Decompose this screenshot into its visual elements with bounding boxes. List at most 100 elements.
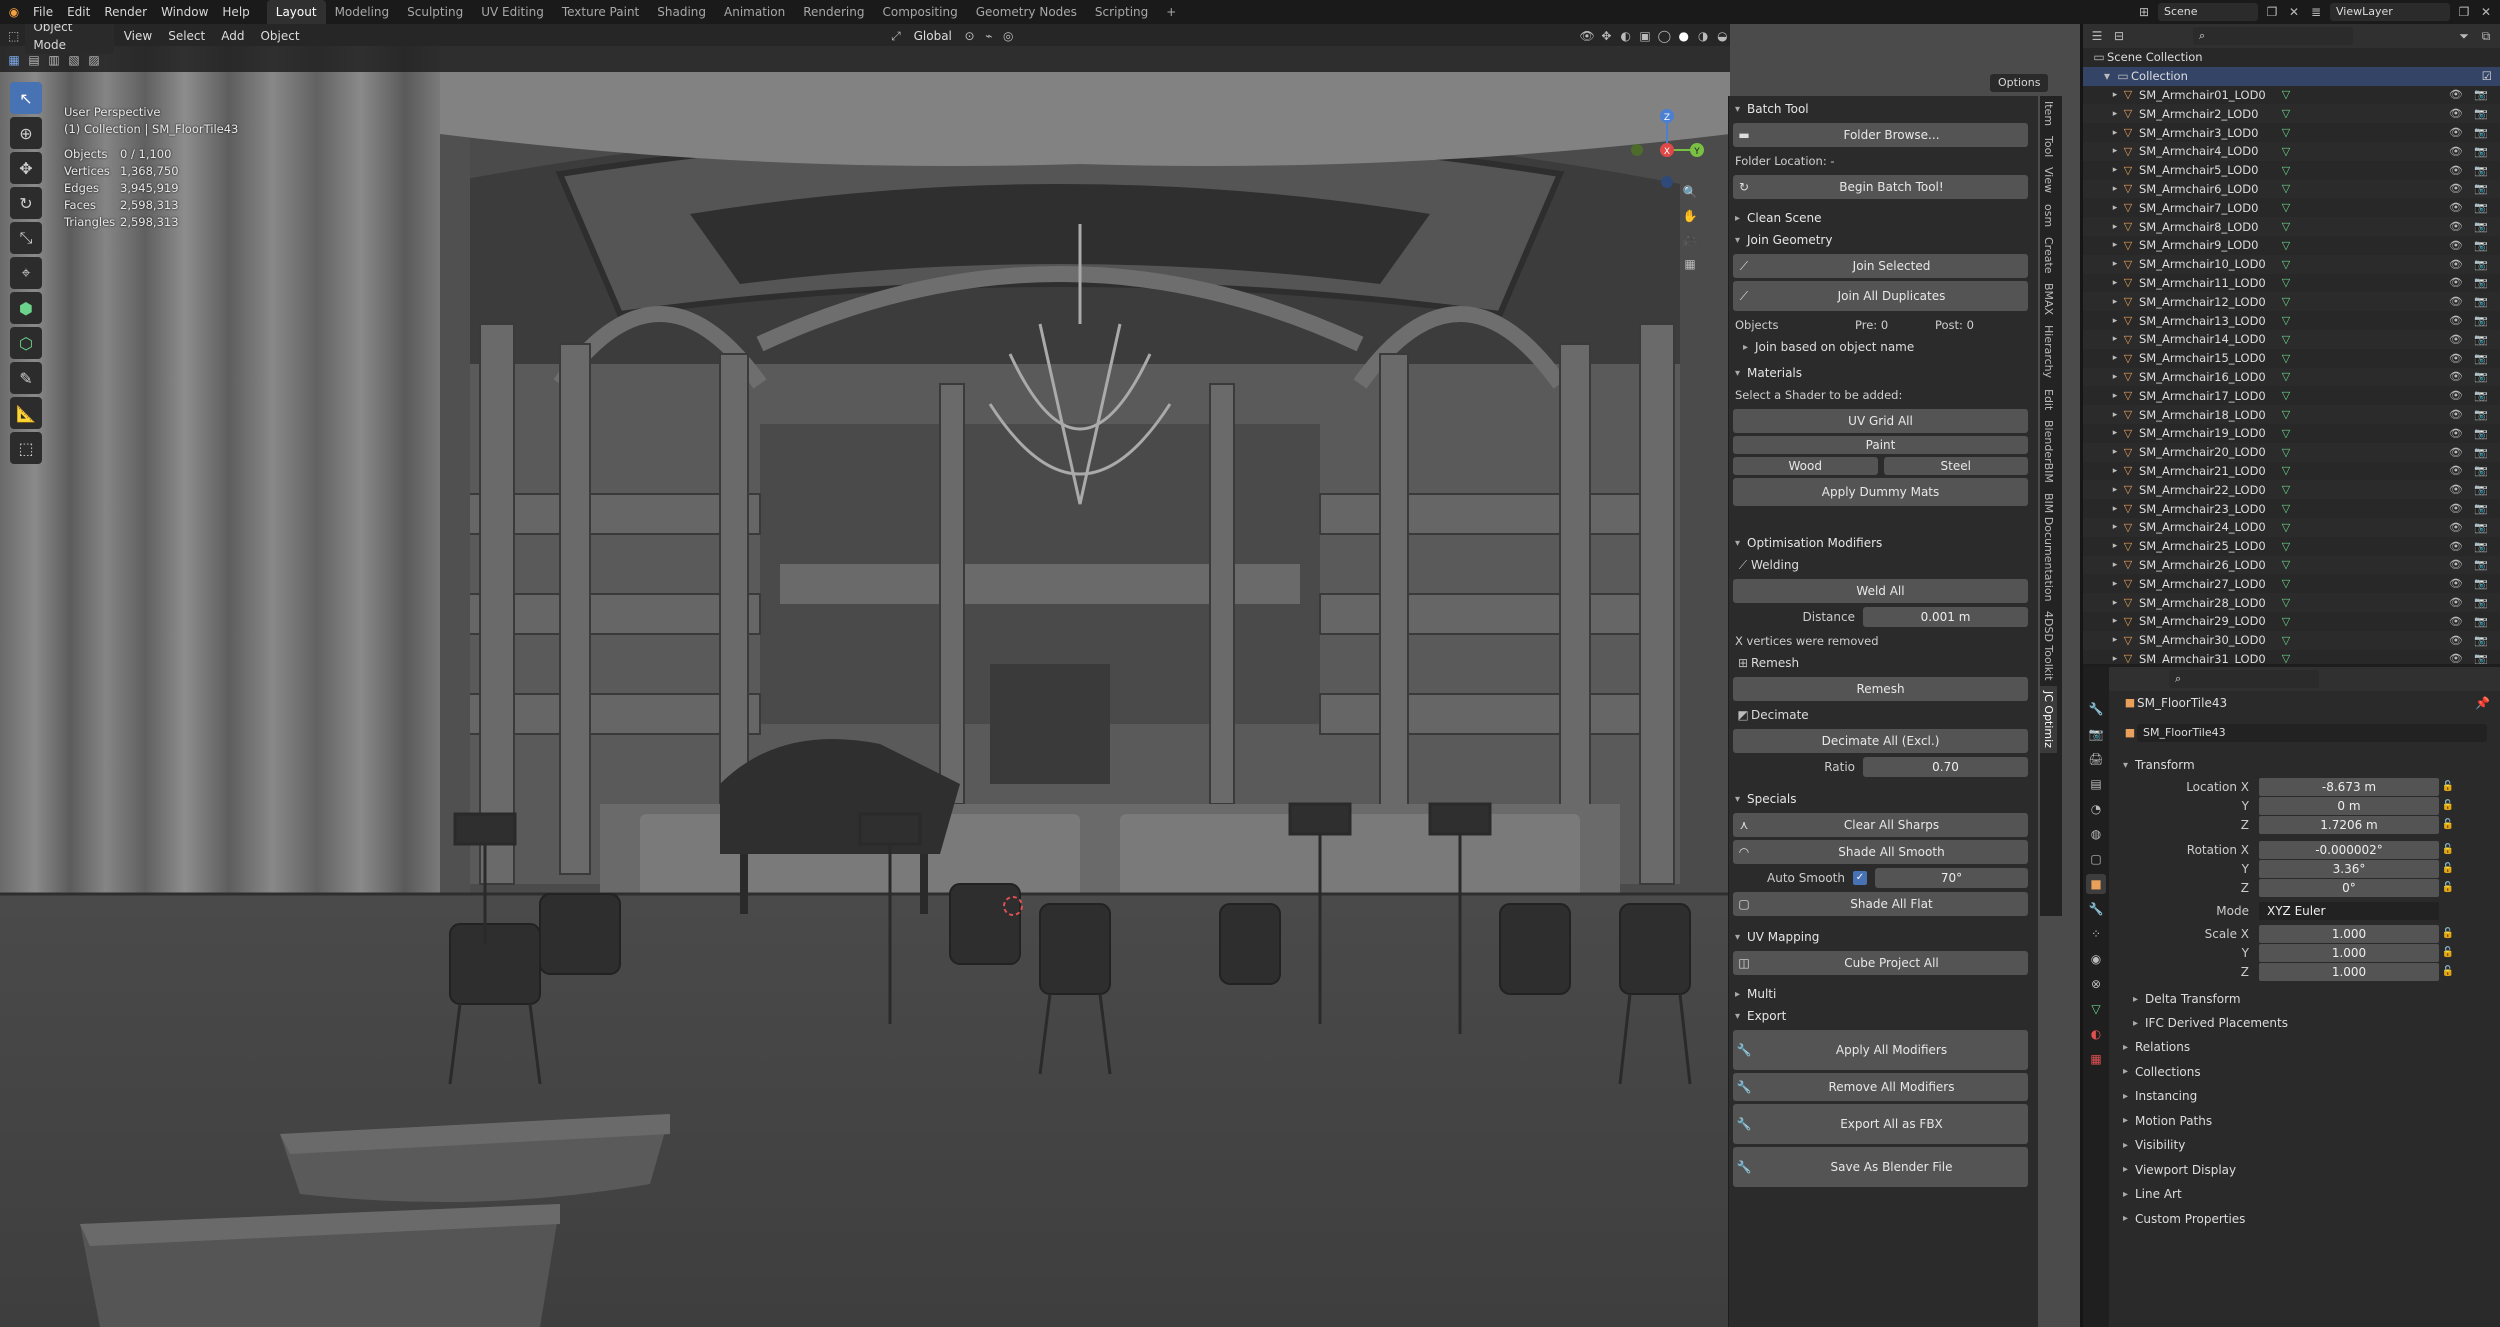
chevron-right-icon[interactable]: ▸ — [2109, 294, 2121, 310]
visibility-icon[interactable]: 👁 📷 — [2449, 577, 2492, 590]
transform-orientation-icon[interactable]: ⤢ — [888, 28, 903, 44]
scene-tab-icon[interactable]: ◔ — [2086, 799, 2106, 819]
chevron-right-icon[interactable]: ▸ — [2109, 407, 2121, 423]
add-object-tool-icon[interactable]: ⬡ — [10, 327, 42, 359]
outliner-item[interactable]: ▸ ▽ SM_Armchair17_LOD0 ▽ 👁 📷 — [2083, 386, 2500, 405]
display-mode-icon[interactable]: ⊟ — [2111, 28, 2127, 44]
visibility-icon[interactable]: 👁 📷 — [2449, 446, 2492, 459]
scale-z-field[interactable]: 1.000 — [2259, 962, 2439, 981]
outliner-item[interactable]: ▸ ▽ SM_Armchair7_LOD0 ▽ 👁 📷 — [2083, 198, 2500, 217]
copy-icon[interactable]: ❐ — [2264, 4, 2280, 20]
menu-edit[interactable]: Edit — [60, 0, 97, 24]
visibility-icon[interactable]: 👁 📷 — [2449, 145, 2492, 158]
constraints-tab-icon[interactable]: ⊗ — [2086, 974, 2106, 994]
select-intersect-icon[interactable]: ▨ — [86, 52, 102, 68]
tab-texture-paint[interactable]: Texture Paint — [553, 0, 648, 24]
render-tab-icon[interactable]: 📷 — [2086, 724, 2106, 744]
visibility-icon[interactable]: 👁 📷 — [2449, 258, 2492, 271]
material-shading-icon[interactable]: ◑ — [1695, 28, 1710, 44]
menu-select[interactable]: Select — [162, 26, 211, 46]
select-tool-icon[interactable]: ↖ — [10, 82, 42, 114]
chevron-right-icon[interactable]: ▸ — [2109, 369, 2121, 385]
scene-selector[interactable]: Scene — [2158, 3, 2258, 21]
overlay-icon[interactable]: ◐ — [1618, 28, 1633, 44]
outliner-item[interactable]: ▸ ▽ SM_Armchair30_LOD0 ▽ 👁 📷 — [2083, 630, 2500, 650]
blender-logo-icon[interactable]: ◉ — [6, 4, 22, 20]
clean-scene-header[interactable]: ▸ Clean Scene — [1729, 207, 2038, 229]
tab-item[interactable]: Item — [2040, 96, 2057, 131]
chevron-right-icon[interactable]: ▸ — [2109, 275, 2121, 291]
annotate-tool-icon[interactable]: ✎ — [10, 362, 42, 394]
menu-render[interactable]: Render — [97, 0, 154, 24]
rotate-tool-icon[interactable]: ↻ — [10, 187, 42, 219]
tab-bmax[interactable]: BMAX — [2040, 278, 2057, 320]
outliner-item[interactable]: ▸ ▽ SM_Armchair12_LOD0 ▽ 👁 📷 — [2083, 292, 2500, 312]
visibility-icon[interactable]: 👁 📷 — [2449, 220, 2492, 233]
save-blend-button[interactable]: 🔧 Save As Blender File — [1733, 1147, 2028, 1187]
remove-all-modifiers-button[interactable]: 🔧 Remove All Modifiers — [1733, 1073, 2028, 1101]
cursor-tool-icon[interactable]: ⊕ — [10, 117, 42, 149]
add-primitive-tool-icon[interactable]: ⬚ — [10, 432, 42, 464]
chevron-right-icon[interactable]: ▸ — [2109, 425, 2121, 441]
chevron-right-icon[interactable]: ▸ — [2109, 125, 2121, 141]
lock-icon[interactable]: 🔓 — [2439, 863, 2457, 874]
weld-all-button[interactable]: Weld All — [1733, 579, 2028, 603]
lock-icon[interactable]: 🔓 — [2439, 819, 2457, 830]
menu-view[interactable]: View — [118, 26, 158, 46]
lock-icon[interactable]: 🔓 — [2439, 966, 2457, 977]
tab-rendering[interactable]: Rendering — [794, 0, 873, 24]
outliner-item[interactable]: ▸ ▽ SM_Armchair15_LOD0 ▽ 👁 📷 — [2083, 349, 2500, 368]
visibility-icon[interactable]: 👁 📷 — [2449, 634, 2492, 647]
lock-icon[interactable]: 🔓 — [2439, 947, 2457, 958]
chevron-right-icon[interactable]: ▸ — [2109, 200, 2121, 216]
close-icon[interactable]: ✕ — [2286, 4, 2302, 20]
chevron-right-icon[interactable]: ▸ — [2109, 632, 2121, 648]
layers-icon[interactable]: ≣ — [2308, 4, 2324, 20]
ratio-field[interactable]: Ratio 0.70 — [1733, 756, 2028, 778]
chevron-right-icon[interactable]: ▸ — [2109, 463, 2121, 479]
physics-tab-icon[interactable]: ◉ — [2086, 949, 2106, 969]
menu-object[interactable]: Object — [254, 26, 305, 46]
proportional-icon[interactable]: ◎ — [1001, 28, 1016, 44]
visibility-icon[interactable]: 👁 📷 — [2449, 389, 2492, 402]
uv-grid-all-button[interactable]: UV Grid All — [1733, 409, 2028, 433]
visibility-icon[interactable]: 👁 📷 — [2449, 276, 2492, 289]
tab-edit[interactable]: Edit — [2040, 384, 2057, 415]
rendered-shading-icon[interactable]: ◒ — [1715, 28, 1730, 44]
transform-header[interactable]: ▾ Transform — [2109, 753, 2500, 777]
chevron-right-icon[interactable]: ▸ — [2109, 651, 2121, 664]
tab-jc-optimize[interactable]: JC Optimiz — [2040, 685, 2057, 753]
visibility-icon[interactable]: 👁 📷 — [2449, 295, 2492, 308]
specials-header[interactable]: ▾ Specials — [1729, 788, 2038, 810]
xray-icon[interactable]: ▣ — [1637, 28, 1652, 44]
collection-tab-icon[interactable]: ▢ — [2086, 849, 2106, 869]
outliner-item[interactable]: ▸ ▽ SM_Armchair2_LOD0 ▽ 👁 📷 — [2083, 104, 2500, 124]
chevron-right-icon[interactable]: ▸ — [2109, 482, 2121, 498]
chevron-right-icon[interactable]: ▸ — [2109, 162, 2121, 178]
tab-compositing[interactable]: Compositing — [873, 0, 966, 24]
move-tool-icon[interactable]: ✥ — [10, 152, 42, 184]
export-fbx-button[interactable]: 🔧 Export All as FBX — [1733, 1104, 2028, 1144]
tab-scripting[interactable]: Scripting — [1086, 0, 1157, 24]
snap-icon[interactable]: ⌁ — [981, 28, 996, 44]
outliner-item[interactable]: ▸ ▽ SM_Armchair24_LOD0 ▽ 👁 📷 — [2083, 517, 2500, 537]
outliner-item[interactable]: ▸ ▽ SM_Armchair6_LOD0 ▽ 👁 📷 — [2083, 179, 2500, 199]
visibility-icon[interactable]: 👁 📷 — [2449, 107, 2492, 120]
visibility-icon[interactable]: 👁 📷 — [2449, 126, 2492, 139]
lock-icon[interactable]: 🔓 — [2439, 844, 2457, 855]
shade-all-flat-button[interactable]: ▢ Shade All Flat — [1733, 892, 2028, 916]
chevron-right-icon[interactable]: ▸ — [2109, 501, 2121, 517]
visibility-icon[interactable]: 👁 📷 — [2449, 333, 2492, 346]
chevron-right-icon[interactable]: ▸ — [2109, 313, 2121, 329]
outliner-item[interactable]: ▸ ▽ SM_Armchair11_LOD0 ▽ 👁 📷 — [2083, 274, 2500, 293]
lock-icon[interactable]: 🔓 — [2439, 882, 2457, 893]
visibility-icon[interactable]: 👁 📷 — [2449, 652, 2492, 664]
close-icon[interactable]: ✕ — [2478, 4, 2494, 20]
scene-icon[interactable]: ⊞ — [2136, 4, 2152, 20]
tab-geometry-nodes[interactable]: Geometry Nodes — [967, 0, 1086, 24]
menu-help[interactable]: Help — [215, 0, 256, 24]
outliner-item[interactable]: ▸ ▽ SM_Armchair8_LOD0 ▽ 👁 📷 — [2083, 217, 2500, 236]
navigation-gizmo[interactable]: Z X Y — [1625, 102, 1725, 192]
rotation-z-field[interactable]: 0° — [2259, 878, 2439, 897]
lock-icon[interactable]: 🔓 — [2439, 800, 2457, 811]
